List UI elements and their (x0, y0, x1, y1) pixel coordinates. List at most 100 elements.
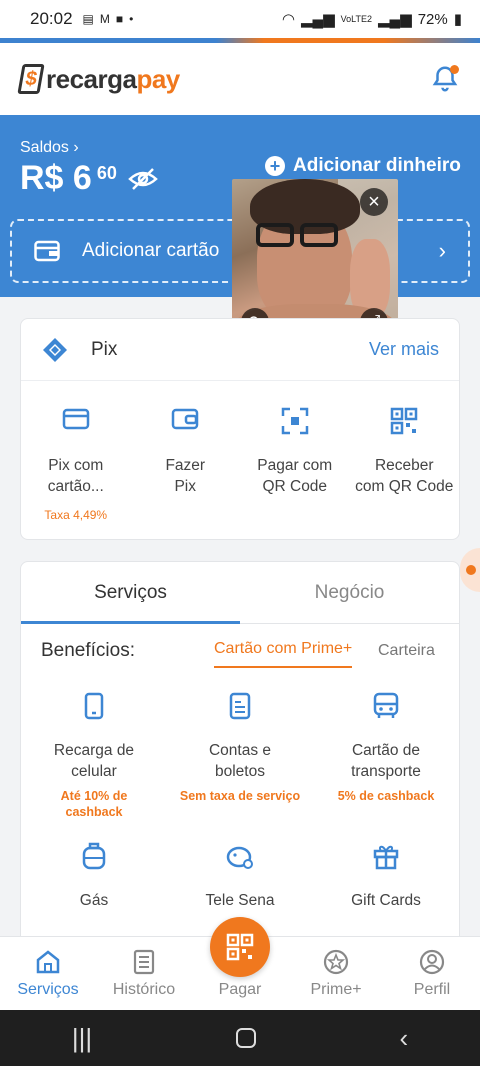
app-header: $ recarga pay (0, 43, 480, 115)
hide-balance-eye-icon[interactable] (128, 167, 158, 196)
pix-logo-icon (43, 337, 67, 362)
subtab-carteira[interactable]: Carteira (378, 642, 435, 660)
qr-code-icon (391, 407, 418, 435)
home-icon (36, 950, 60, 974)
service-label: Gift Cards (351, 892, 421, 909)
nav-label: Pagar (218, 981, 262, 998)
subtab-cartao-prime[interactable]: Cartão com Prime+ (214, 640, 353, 668)
video-person-glasses (256, 223, 340, 249)
ver-mais-link[interactable]: Ver mais (369, 339, 439, 360)
recargapay-logo[interactable]: $ recarga pay (17, 63, 180, 95)
benefits-label: Benefícios: (41, 640, 135, 661)
contas-boletos-button[interactable]: Contas e boletos Sem taxa de serviço (167, 692, 313, 820)
chevron-right-icon: › (438, 238, 446, 263)
back-icon[interactable]: ‹ (399, 1023, 408, 1054)
service-note: 5% de cashback (337, 789, 435, 803)
nav-perfil[interactable]: Perfil (384, 937, 480, 1010)
tab-servicos[interactable]: Serviços (21, 562, 240, 624)
receber-qr-code-button[interactable]: Receber com QR Code (350, 399, 460, 526)
pix-actions: Pix com cartão... Taxa 4,49% Fazer Pix P… (21, 399, 459, 526)
service-label: Contas e (208, 742, 272, 759)
notifications-bell-icon[interactable] (430, 64, 460, 94)
pix-item-label: Pagar com (257, 457, 333, 474)
pix-com-cartao-button[interactable]: Pix com cartão... Taxa 4,49% (21, 399, 131, 526)
tab-negocio[interactable]: Negócio (240, 562, 459, 623)
bus-icon (373, 692, 399, 718)
close-video-icon[interactable]: × (360, 188, 388, 216)
balance-cents: 60 (96, 163, 117, 183)
nav-label: Histórico (112, 981, 176, 998)
dot-icon: • (129, 12, 134, 26)
nav-label: Serviços (17, 981, 79, 998)
message-icon: ▤ (82, 12, 94, 26)
service-note: Sem taxa de serviço (179, 789, 301, 803)
cartao-transporte-button[interactable]: Cartão de transporte 5% de cashback (313, 692, 459, 820)
status-bar: 20:02 ▤ M ■ • ◠ ▂▄▆ VoLTE2 ▂▄▆ 72% ▮ (0, 0, 480, 38)
pix-item-label: cartão... (47, 478, 104, 495)
pay-qr-button[interactable] (210, 917, 270, 977)
service-note: cashback (65, 805, 123, 819)
clock: 20:02 (30, 9, 73, 28)
service-label: Cartão de (351, 742, 421, 759)
services-card: Serviços Negócio Benefícios: Cartão com … (20, 561, 460, 961)
gas-cylinder-icon (82, 842, 106, 870)
wallet-icon (172, 408, 199, 430)
home-button-icon[interactable] (235, 1028, 256, 1048)
wifi-icon: ◠ (281, 11, 295, 28)
nav-prime[interactable]: Prime+ (288, 937, 384, 1010)
pix-item-label: Receber (374, 457, 434, 474)
nav-label: Perfil (413, 981, 451, 998)
balance-value: R$ 6 60 (20, 159, 117, 198)
service-label: Tele Sena (205, 892, 275, 909)
pix-title: Pix (91, 338, 118, 360)
signal-icon: ▂▄▆ (300, 11, 335, 28)
pagar-qr-code-button[interactable]: Pagar com QR Code (240, 399, 350, 526)
logo-mark-icon: $ (17, 64, 45, 94)
service-label: transporte (351, 763, 421, 780)
pix-card: Pix Ver mais Pix com cartão... Taxa 4,49… (20, 318, 460, 540)
saldos-link[interactable]: Saldos › (20, 139, 79, 157)
nav-servicos[interactable]: Serviços (0, 937, 96, 1010)
services-tabs: Serviços Negócio (21, 562, 459, 624)
battery-text: 72% (417, 10, 448, 28)
pix-item-label: QR Code (262, 478, 328, 495)
qr-code-icon (226, 933, 254, 961)
side-floating-handle[interactable] (460, 548, 480, 592)
balance-amount: R$ 6 (20, 159, 92, 197)
fazer-pix-button[interactable]: Fazer Pix (131, 399, 241, 526)
notification-icons: ▤ M ■ • (83, 12, 134, 26)
gas-button[interactable]: Gás (21, 842, 167, 911)
service-note: Até 10% de (60, 789, 128, 803)
network-label: VoLTE2 (340, 14, 372, 24)
profile-icon (419, 949, 445, 975)
add-money-button[interactable]: + Adicionar dinheiro (265, 155, 461, 177)
gift-cards-button[interactable]: Gift Cards (313, 842, 459, 911)
pix-item-label: Pix com (48, 457, 104, 474)
wallet-icon (34, 240, 60, 262)
qr-scan-icon (281, 407, 308, 435)
chevron-right-icon: › (73, 139, 79, 156)
battery-icon: ▮ (453, 11, 462, 28)
pix-fee-note: Taxa 4,49% (44, 508, 108, 522)
recent-apps-icon[interactable]: ||| (72, 1023, 92, 1054)
pix-item-label: com QR Code (355, 478, 454, 495)
system-nav-bar: ||| ‹ (0, 1010, 480, 1066)
video-icon: ■ (115, 12, 124, 26)
service-label: Recarga de (53, 742, 135, 759)
nav-historico[interactable]: Histórico (96, 937, 192, 1010)
tele-sena-button[interactable]: Tele Sena (167, 842, 313, 911)
logo-text-pay: pay (136, 63, 180, 94)
pix-item-label: Pix (174, 478, 197, 495)
pix-item-label: Fazer (165, 457, 206, 474)
plus-icon: + (265, 156, 285, 176)
document-list-icon (133, 949, 155, 975)
credit-card-icon (62, 408, 89, 430)
logo-text-recarga: recarga (46, 63, 137, 94)
service-label: celular (71, 763, 117, 780)
recarga-celular-button[interactable]: Recarga de celular Até 10% de cashback (21, 692, 167, 820)
gmail-icon: M (99, 12, 110, 26)
star-badge-icon (323, 949, 349, 975)
pix-header: Pix Ver mais (21, 319, 459, 381)
service-label: Gás (79, 892, 109, 909)
nav-label: Prime+ (310, 981, 362, 998)
